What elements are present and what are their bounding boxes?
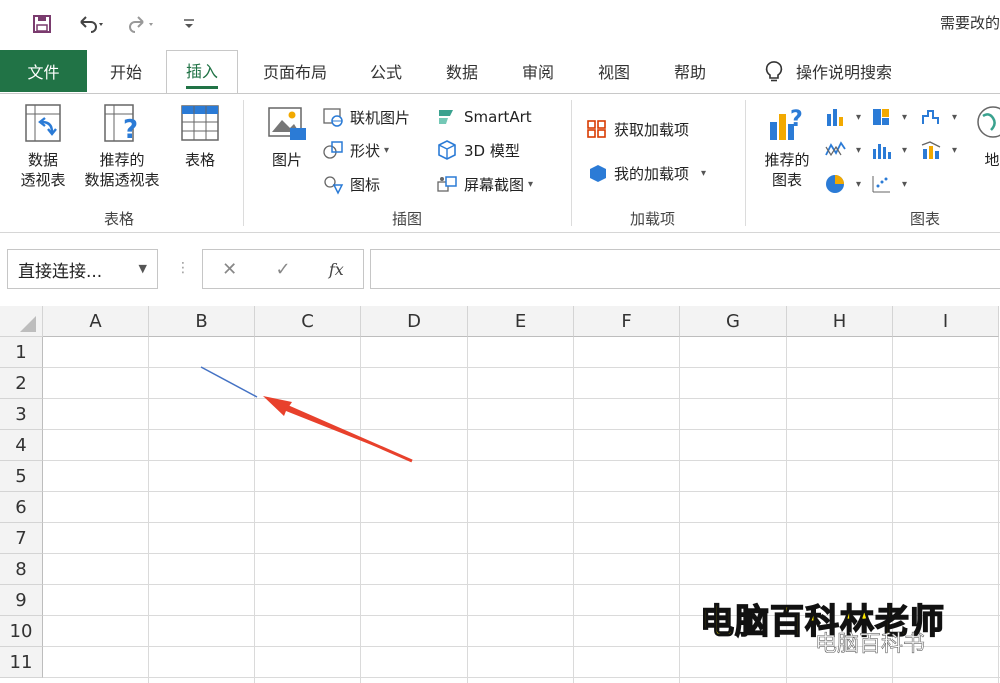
tab-view[interactable]: 视图: [584, 50, 644, 92]
chevron-down-icon: ▾: [952, 111, 958, 123]
lightbulb-icon: [765, 61, 783, 82]
online-pictures-button[interactable]: 联机图片: [322, 104, 410, 130]
recommended-pivot-icon: ?: [104, 104, 138, 144]
drag-handle-icon[interactable]: ⋮: [176, 260, 190, 276]
shapes-icon: [323, 141, 343, 159]
chevron-down-icon[interactable]: ▼: [139, 262, 147, 275]
picture-button[interactable]: 图片: [262, 102, 312, 170]
chevron-down-icon: ▾: [856, 144, 862, 156]
tab-formulas[interactable]: 公式: [356, 50, 416, 92]
formula-bar: 直接连接... ▼ ⋮ ✕ ✓ fx: [0, 234, 1000, 302]
insert-function-icon[interactable]: fx: [310, 260, 363, 279]
store-icon: [587, 120, 606, 138]
combo-chart-icon: [921, 141, 941, 159]
hierarchy-chart-button[interactable]: ▾: [870, 104, 907, 130]
tab-insert[interactable]: 插入: [166, 50, 238, 95]
chevron-down-icon: ▾: [902, 144, 908, 156]
column-chart-button[interactable]: ▾: [824, 104, 861, 130]
tab-file[interactable]: 文件: [0, 50, 87, 92]
chevron-down-icon: ▾: [902, 111, 908, 123]
group-separator: [243, 100, 244, 226]
redo-icon[interactable]: [124, 12, 160, 36]
scatter-chart-icon: [872, 176, 890, 193]
formula-buttons: ✕ ✓ fx: [202, 249, 364, 289]
customize-icon[interactable]: [178, 12, 200, 36]
chevron-down-icon: ▾: [701, 167, 707, 179]
column-chart-icon: [827, 109, 843, 126]
screenshot-button[interactable]: 屏幕截图 ▾: [436, 171, 533, 197]
smartart-button[interactable]: SmartArt: [436, 104, 532, 130]
recommended-pivot-button[interactable]: ? 推荐的 数据透视表: [76, 102, 168, 190]
pivot-table-button[interactable]: 数据 透视表: [14, 102, 72, 190]
chevron-down-icon: ▾: [528, 178, 534, 190]
map-chart-button[interactable]: 地: [972, 102, 1000, 170]
line-chart-button[interactable]: ▾: [824, 137, 861, 163]
line-chart-icon: [825, 141, 846, 157]
table-button[interactable]: 表格: [174, 102, 226, 170]
3d-models-button[interactable]: 3D 模型: [436, 137, 520, 163]
document-title: 需要改的: [939, 14, 1000, 32]
chevron-down-icon: ▾: [952, 144, 958, 156]
tab-page-layout[interactable]: 页面布局: [250, 50, 340, 92]
chevron-down-icon: ▾: [384, 144, 390, 156]
scatter-chart-button[interactable]: ▾: [870, 171, 907, 197]
statistic-chart-button[interactable]: ▾: [870, 137, 907, 163]
my-addins-button[interactable]: 我的加载项 ▾: [586, 160, 706, 186]
ribbon-tabs: 文件 开始 插入 页面布局 公式 数据 审阅 视图 帮助 操作说明搜索: [0, 48, 1000, 95]
group-separator: [745, 100, 746, 226]
tab-help[interactable]: 帮助: [660, 50, 720, 92]
enter-icon[interactable]: ✓: [256, 259, 309, 280]
chevron-down-icon: ▾: [856, 111, 862, 123]
hierarchy-chart-icon: [873, 109, 889, 125]
group-separator: [571, 100, 572, 226]
globe-icon: [977, 106, 1000, 138]
chevron-down-icon: ▾: [902, 178, 908, 190]
tab-review[interactable]: 审阅: [508, 50, 568, 92]
svg-text:?: ?: [123, 115, 138, 144]
cancel-icon[interactable]: ✕: [203, 259, 256, 280]
tab-data[interactable]: 数据: [432, 50, 492, 92]
pie-chart-button[interactable]: ▾: [824, 171, 861, 197]
recommended-charts-button[interactable]: ? 推荐的 图表: [756, 102, 818, 190]
save-icon[interactable]: [28, 12, 56, 36]
icons-button[interactable]: 图标: [322, 171, 380, 197]
cube-icon: [438, 140, 456, 160]
statistic-chart-icon: [873, 144, 891, 159]
chevron-down-icon: ▾: [856, 178, 862, 190]
recommended-charts-icon: ?: [770, 107, 803, 140]
svg-text:?: ?: [790, 107, 803, 132]
online-pictures-icon: [323, 108, 343, 127]
group-label-tables: 表格: [104, 210, 135, 228]
formula-input[interactable]: [370, 249, 1000, 289]
name-box[interactable]: 直接连接... ▼: [7, 249, 158, 289]
pie-chart-icon: [826, 175, 844, 193]
group-label-addins: 加载项: [630, 210, 676, 228]
ribbon-insert: 数据 透视表 ? 推荐的 数据透视表 表格 表格 图片 联机图片 形状 ▾ 图标 …: [0, 93, 1000, 233]
red-arrow-annotation: [263, 396, 413, 463]
pivot-table-icon: [25, 104, 61, 142]
smartart-icon: [439, 110, 453, 124]
get-addins-button[interactable]: 获取加载项: [586, 116, 689, 142]
undo-icon[interactable]: [74, 12, 110, 36]
screenshot-icon: [437, 176, 457, 192]
watermark-sub: 电脑百科书: [815, 632, 926, 658]
combo-chart-button[interactable]: ▾: [920, 137, 957, 163]
title-bar: 需要改的: [0, 0, 1000, 48]
picture-icon: [268, 107, 306, 140]
waterfall-chart-button[interactable]: ▾: [920, 104, 957, 130]
shapes-button[interactable]: 形状 ▾: [322, 137, 389, 163]
icons-icon: [324, 176, 344, 195]
tell-me-search[interactable]: 操作说明搜索: [748, 50, 908, 92]
tab-home[interactable]: 开始: [96, 50, 156, 92]
group-label-illustrations: 插图: [392, 210, 423, 228]
waterfall-chart-icon: [922, 110, 939, 124]
group-label-charts: 图表: [910, 210, 941, 228]
addin-icon: [590, 165, 606, 182]
straight-connector-line[interactable]: [200, 366, 258, 398]
table-icon: [181, 105, 219, 141]
